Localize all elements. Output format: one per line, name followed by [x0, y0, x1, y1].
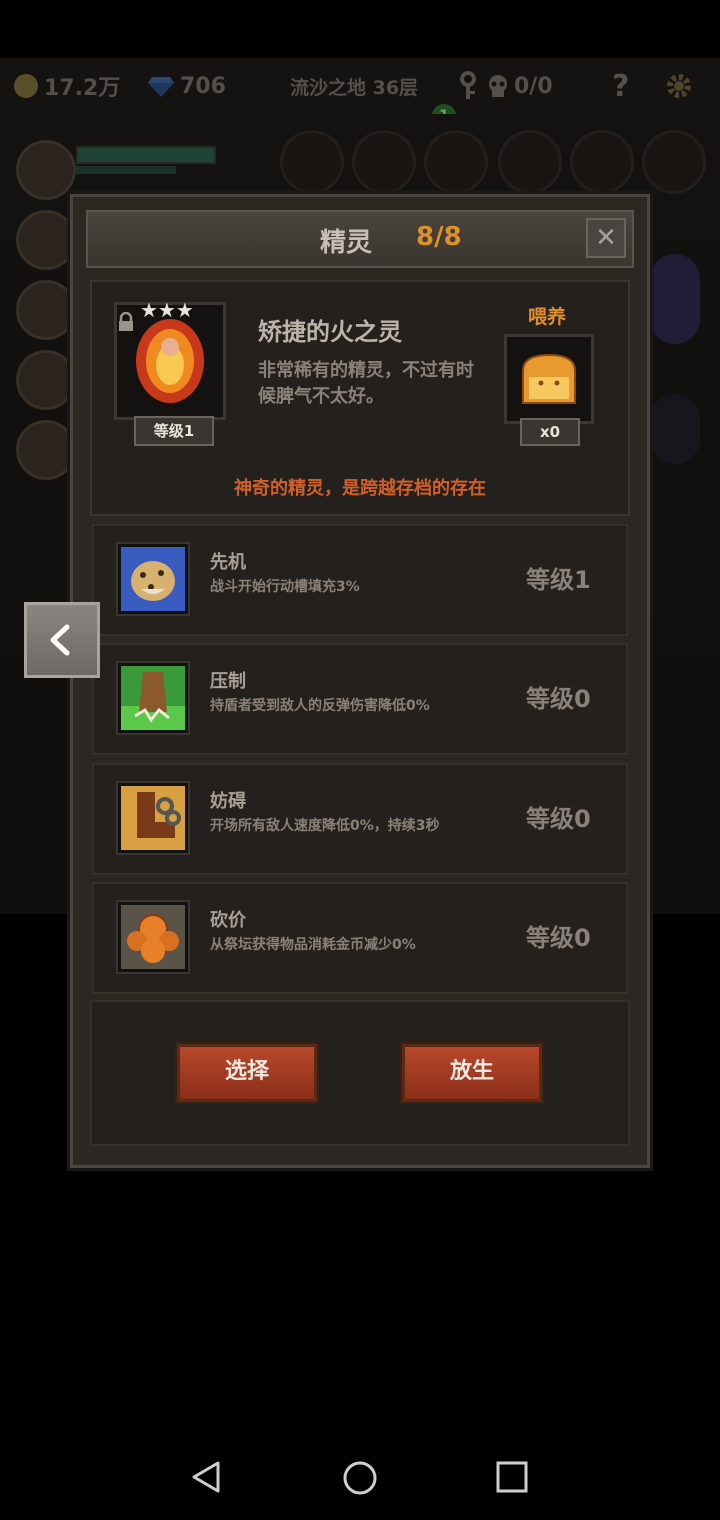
- skill-level: 等级0: [526, 924, 591, 952]
- spirit-name: 矫捷的火之灵: [258, 318, 402, 346]
- skill-row[interactable]: 妨碍 开场所有敌人速度降低0%，持续3秒 等级0: [92, 763, 628, 875]
- claw-icon: [118, 663, 188, 733]
- feed-button[interactable]: [504, 334, 594, 424]
- feed-count: x0: [520, 418, 580, 446]
- skill-level: 等级0: [526, 805, 591, 833]
- nav-back-icon[interactable]: [190, 1460, 222, 1494]
- feed-label: 喂养: [528, 306, 567, 328]
- leopard-icon: [118, 544, 188, 614]
- skill-name: 妨碍: [210, 791, 246, 812]
- spirit-description: 非常稀有的精灵，不过有时候脾气不太好。: [258, 360, 474, 407]
- release-button[interactable]: 放生: [402, 1044, 542, 1102]
- shackle-icon: [118, 783, 188, 853]
- coin-discount-icon: [118, 902, 188, 972]
- dialog-title: 精灵: [320, 228, 373, 258]
- rarity-stars: ★★★: [140, 298, 194, 322]
- lock-icon[interactable]: [117, 311, 135, 332]
- skill-name: 压制: [210, 671, 246, 692]
- chevron-left-icon: [50, 624, 70, 656]
- spirit-level-badge: 等级1: [134, 416, 214, 446]
- skill-name: 先机: [210, 552, 246, 573]
- skill-level: 等级0: [526, 685, 591, 713]
- skill-name: 砍价: [210, 910, 246, 931]
- back-button[interactable]: [24, 602, 100, 678]
- nav-recents-icon[interactable]: [496, 1461, 528, 1493]
- spirit-count: 8/8: [416, 222, 462, 252]
- status-bar: [0, 0, 720, 58]
- skill-description: 开场所有敌人速度降低0%，持续3秒: [210, 818, 440, 834]
- tagline: 神奇的精灵，是跨越存档的存在: [234, 478, 486, 499]
- skill-description: 从祭坛获得物品消耗金币减少0%: [210, 937, 416, 953]
- skill-description: 战斗开始行动槽填充3%: [210, 579, 360, 595]
- skill-description: 持盾者受到敌人的反弹伤害降低0%: [210, 698, 430, 714]
- system-nav-bar: [0, 1430, 720, 1520]
- action-panel: [90, 1000, 630, 1146]
- nav-home-icon[interactable]: [342, 1460, 378, 1496]
- select-button[interactable]: 选择: [177, 1044, 317, 1102]
- skill-level: 等级1: [526, 566, 591, 594]
- skill-row[interactable]: 先机 战斗开始行动槽填充3% 等级1: [92, 524, 628, 636]
- skill-row[interactable]: 砍价 从祭坛获得物品消耗金币减少0% 等级0: [92, 882, 628, 994]
- close-button[interactable]: ✕: [586, 218, 626, 258]
- bread-icon: [522, 353, 576, 404]
- skill-row[interactable]: 压制 持盾者受到敌人的反弹伤害降低0% 等级0: [92, 643, 628, 755]
- close-icon: ✕: [595, 223, 617, 253]
